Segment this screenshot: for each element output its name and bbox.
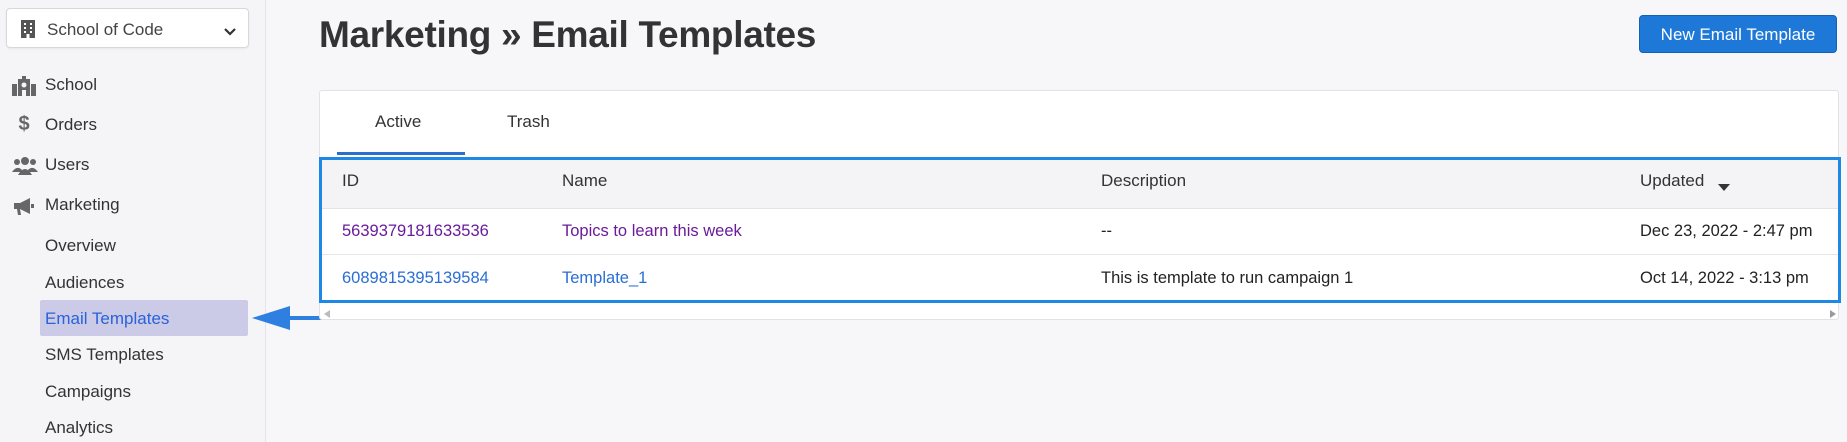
dollar-icon: $ [18, 113, 30, 135]
school-icon [12, 76, 36, 96]
school-selector-value: School of Code [47, 20, 164, 39]
tab-active[interactable]: Active [375, 112, 421, 132]
tab-trash[interactable]: Trash [507, 112, 550, 132]
new-email-template-button[interactable]: New Email Template [1639, 15, 1837, 53]
sidebar-subitem-sms-templates[interactable]: SMS Templates [45, 345, 164, 365]
horizontal-scrollbar[interactable] [322, 304, 1838, 318]
sidebar-subitem-overview[interactable]: Overview [45, 236, 116, 256]
sidebar-subitem-label: Email Templates [45, 309, 170, 328]
table-highlight-box [319, 157, 1841, 303]
sidebar-subitem-audiences[interactable]: Audiences [45, 273, 124, 293]
megaphone-icon [12, 196, 36, 216]
scroll-left-icon[interactable] [324, 305, 330, 323]
scroll-right-icon[interactable] [1830, 305, 1836, 323]
active-tab-indicator [337, 152, 465, 155]
building-icon [21, 20, 35, 43]
school-selector[interactable]: School of Code [6, 8, 249, 48]
sidebar-item-label: School [45, 75, 97, 94]
sidebar-item-label: Orders [45, 115, 97, 134]
page-title: Marketing » Email Templates [319, 14, 817, 55]
sidebar-subitem-analytics[interactable]: Analytics [45, 418, 113, 438]
sidebar-subitem-campaigns[interactable]: Campaigns [45, 382, 131, 402]
chevron-down-icon [224, 23, 236, 41]
sidebar: School of Code School $ Orders Users Mar… [0, 0, 266, 442]
sidebar-item-label: Users [45, 155, 90, 174]
sidebar-subitem-email-templates[interactable]: Email Templates [40, 300, 248, 336]
users-icon [12, 156, 38, 176]
sidebar-item-label: Marketing [45, 195, 120, 214]
